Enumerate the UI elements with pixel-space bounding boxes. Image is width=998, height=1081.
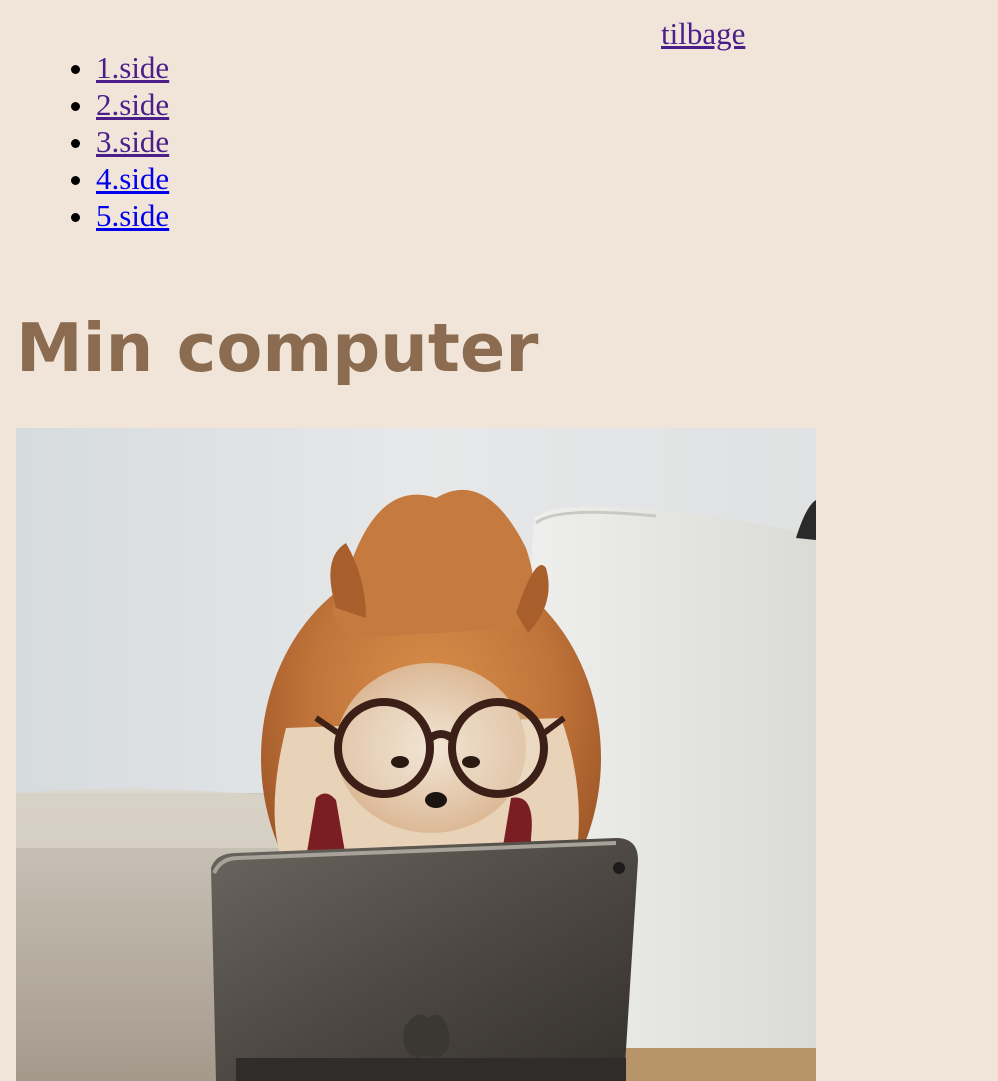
nav-item-4: 4.side xyxy=(96,160,169,197)
nav-item-2: 2.side xyxy=(96,86,169,123)
nav-link-page-3[interactable]: 3.side xyxy=(96,124,169,159)
page-nav-list: 1.side 2.side 3.side 4.side 5.side xyxy=(0,49,169,234)
nav-item-3: 3.side xyxy=(96,123,169,160)
nav-item-1: 1.side xyxy=(96,49,169,86)
nav-link-page-5[interactable]: 5.side xyxy=(96,198,169,233)
nav-item-5: 5.side xyxy=(96,197,169,234)
nav-link-page-2[interactable]: 2.side xyxy=(96,87,169,122)
back-link[interactable]: tilbage xyxy=(661,16,745,52)
nav-link-page-1[interactable]: 1.side xyxy=(96,50,169,85)
nav-link-page-4[interactable]: 4.side xyxy=(96,161,169,196)
dog-with-tablet-photo xyxy=(16,428,816,1081)
page-title: Min computer xyxy=(16,309,539,387)
